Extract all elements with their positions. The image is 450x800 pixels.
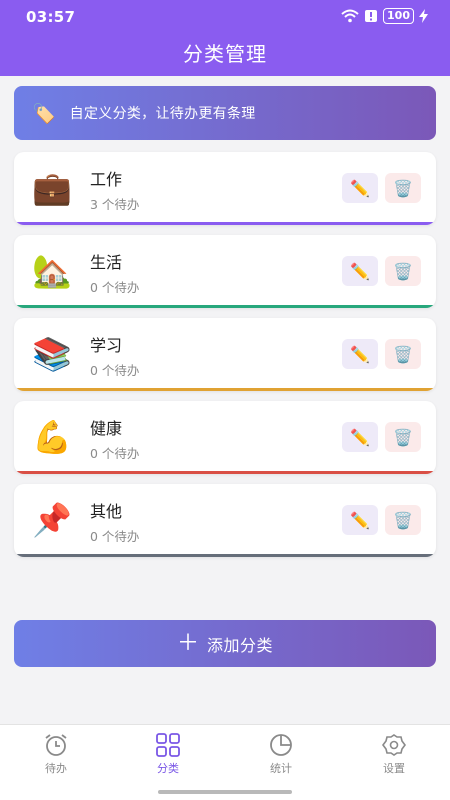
category-name: 健康 xyxy=(90,419,123,438)
grid-icon xyxy=(128,733,208,757)
category-count: 0 个待办 xyxy=(90,446,140,461)
pencil-icon: ✏️ xyxy=(350,427,370,447)
edit-button[interactable]: ✏️ xyxy=(342,339,378,369)
status-time: 03:57 xyxy=(26,8,76,26)
category-name: 生活 xyxy=(90,253,123,272)
trash-icon: 🗑️ xyxy=(393,344,413,364)
battery-indicator: 100 xyxy=(383,8,414,24)
info-banner: 🏷️ 自定义分类，让待办更有条理 xyxy=(14,86,436,140)
category-count: 0 个待办 xyxy=(90,529,140,544)
books-icon: 📚 xyxy=(32,335,72,373)
category-list: 💼 工作 3 个待办 ✏️ 🗑️ 🏡 生活 0 个待办 ✏️ 🗑️ 📚 学习 0… xyxy=(14,152,436,567)
trash-icon: 🗑️ xyxy=(393,178,413,198)
category-name: 学习 xyxy=(90,336,123,355)
edit-button[interactable]: ✏️ xyxy=(342,422,378,452)
delete-button[interactable]: 🗑️ xyxy=(385,173,421,203)
delete-button[interactable]: 🗑️ xyxy=(385,505,421,535)
muscle-icon: 💪 xyxy=(32,418,72,456)
pencil-icon: ✏️ xyxy=(350,510,370,530)
tab-settings[interactable]: 设置 xyxy=(354,733,434,776)
top-bar: 03:57 100 分类管理 xyxy=(0,0,450,76)
tab-label: 待办 xyxy=(45,762,67,775)
category-name: 工作 xyxy=(90,170,123,189)
delete-button[interactable]: 🗑️ xyxy=(385,256,421,286)
tag-icon: 🏷️ xyxy=(32,102,56,125)
category-card-life[interactable]: 🏡 生活 0 个待办 ✏️ 🗑️ xyxy=(14,235,436,308)
briefcase-icon: 💼 xyxy=(32,169,72,207)
add-category-label: 添加分类 xyxy=(207,635,274,655)
category-color-bar xyxy=(14,471,436,474)
category-color-bar xyxy=(14,222,436,225)
alert-icon xyxy=(365,10,378,22)
pencil-icon: ✏️ xyxy=(350,344,370,364)
edit-button[interactable]: ✏️ xyxy=(342,173,378,203)
page-title: 分类管理 xyxy=(183,42,267,66)
banner-text: 自定义分类，让待办更有条理 xyxy=(69,106,256,122)
status-bar: 03:57 100 xyxy=(0,0,450,32)
pie-chart-icon xyxy=(241,733,321,757)
edit-button[interactable]: ✏️ xyxy=(342,256,378,286)
category-card-work[interactable]: 💼 工作 3 个待办 ✏️ 🗑️ xyxy=(14,152,436,225)
trash-icon: 🗑️ xyxy=(393,510,413,530)
add-category-button[interactable]: ＋ 添加分类 xyxy=(14,620,436,667)
plus-icon: ＋ xyxy=(176,630,199,656)
category-count: 0 个待办 xyxy=(90,280,140,295)
tab-label: 统计 xyxy=(270,762,292,775)
edit-button[interactable]: ✏️ xyxy=(342,505,378,535)
charging-icon xyxy=(419,9,428,23)
delete-button[interactable]: 🗑️ xyxy=(385,339,421,369)
house-icon: 🏡 xyxy=(32,252,72,290)
delete-button[interactable]: 🗑️ xyxy=(385,422,421,452)
pencil-icon: ✏️ xyxy=(350,261,370,281)
tab-label: 设置 xyxy=(383,762,405,775)
wifi-icon xyxy=(341,9,359,23)
status-icons: 100 xyxy=(341,8,428,24)
category-color-bar xyxy=(14,388,436,391)
category-card-study[interactable]: 📚 学习 0 个待办 ✏️ 🗑️ xyxy=(14,318,436,391)
bottom-tab-bar: 待办 分类 统计 设置 xyxy=(0,724,450,800)
category-card-health[interactable]: 💪 健康 0 个待办 ✏️ 🗑️ xyxy=(14,401,436,474)
category-card-other[interactable]: 📌 其他 0 个待办 ✏️ 🗑️ xyxy=(14,484,436,557)
category-color-bar xyxy=(14,554,436,557)
alarm-clock-icon xyxy=(16,733,96,757)
tab-stats[interactable]: 统计 xyxy=(241,733,321,776)
home-indicator[interactable] xyxy=(158,790,292,794)
tab-label: 分类 xyxy=(157,762,179,775)
tab-todo[interactable]: 待办 xyxy=(16,733,96,776)
category-count: 3 个待办 xyxy=(90,197,140,212)
trash-icon: 🗑️ xyxy=(393,261,413,281)
trash-icon: 🗑️ xyxy=(393,427,413,447)
pushpin-icon: 📌 xyxy=(32,501,72,539)
tab-category[interactable]: 分类 xyxy=(128,733,208,776)
pencil-icon: ✏️ xyxy=(350,178,370,198)
category-count: 0 个待办 xyxy=(90,363,140,378)
gear-icon xyxy=(354,733,434,757)
category-name: 其他 xyxy=(90,502,123,521)
category-color-bar xyxy=(14,305,436,308)
